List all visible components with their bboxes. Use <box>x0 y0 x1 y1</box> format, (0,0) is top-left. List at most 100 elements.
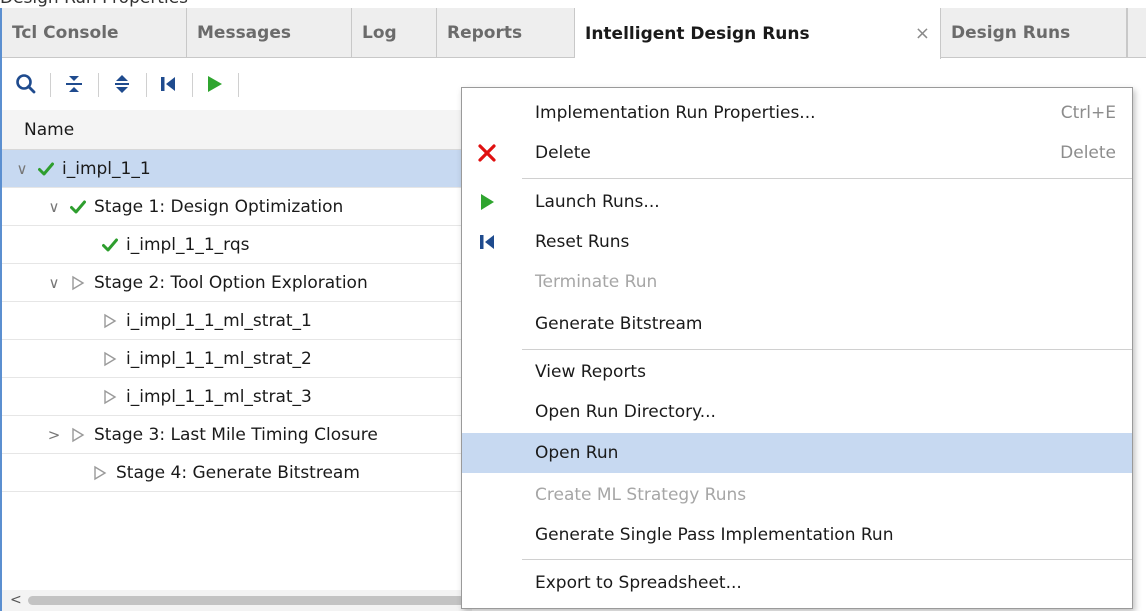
tab-label: Log <box>362 23 397 43</box>
launch-runs-button[interactable] <box>200 69 228 99</box>
collapse-chevron-icon[interactable]: ∨ <box>12 160 32 178</box>
tree-row-stage-3[interactable]: > Stage 3: Last Mile Timing Closure <box>2 416 472 454</box>
reset-runs-icon <box>161 77 175 91</box>
tree-row-label: Stage 4: Generate Bitstream <box>116 462 360 483</box>
context-menu: Implementation Run Properties... Ctrl+E … <box>461 87 1133 609</box>
tab-reports[interactable]: Reports <box>437 8 575 58</box>
horizontal-scrollbar[interactable]: < <box>2 590 472 611</box>
not-started-triangle-icon <box>66 275 90 291</box>
tab-label: Intelligent Design Runs <box>585 23 810 44</box>
tab-overflow <box>1127 8 1146 58</box>
tree-row-stage-4[interactable]: Stage 4: Generate Bitstream <box>2 454 472 492</box>
collapse-chevron-icon[interactable]: ∨ <box>44 198 64 216</box>
tab-label: Tcl Console <box>12 23 119 43</box>
tree-row-label: i_impl_1_1_rqs <box>126 234 250 255</box>
menu-item-generate-bitstream[interactable]: Generate Bitstream <box>462 304 1132 344</box>
tab-design-runs[interactable]: Design Runs <box>941 8 1127 58</box>
tree-row-stage-2[interactable]: ∨ Stage 2: Tool Option Exploration <box>2 264 472 302</box>
menu-item-generate-single-pass-run[interactable]: Generate Single Pass Implementation Run <box>462 515 1132 555</box>
menu-item-reset-runs[interactable]: Reset Runs <box>462 222 1132 262</box>
toolbar-separator <box>192 73 193 97</box>
menu-item-label: Generate Single Pass Implementation Run <box>535 525 894 545</box>
menu-item-export-spreadsheet[interactable]: Export to Spreadsheet... <box>462 563 1132 603</box>
menu-item-label: Open Run <box>535 443 619 463</box>
collapse-all-icon <box>66 76 82 92</box>
tab-close-icon[interactable]: × <box>915 23 930 44</box>
menu-item-shortcut: Ctrl+E <box>1060 103 1116 123</box>
tab-label: Design Runs <box>951 23 1071 43</box>
search-button[interactable] <box>12 69 40 99</box>
menu-item-delete[interactable]: Delete Delete <box>462 133 1132 173</box>
menu-item-launch-runs[interactable]: Launch Runs... <box>462 182 1132 222</box>
tree-row-label: Stage 2: Tool Option Exploration <box>94 272 368 293</box>
reset-runs-icon <box>474 229 500 255</box>
expand-chevron-icon[interactable]: > <box>44 426 64 444</box>
toolbar-separator <box>146 73 147 97</box>
expand-all-icon <box>115 75 129 93</box>
menu-item-terminate-run: Terminate Run <box>462 262 1132 302</box>
column-header-label: Name <box>24 119 75 140</box>
tree-row-ml-strat-3[interactable]: i_impl_1_1_ml_strat_3 <box>2 378 472 416</box>
tree-row-label: i_impl_1_1_ml_strat_3 <box>126 386 312 407</box>
tree-row-label: i_impl_1_1 <box>62 158 151 179</box>
menu-item-run-properties[interactable]: Implementation Run Properties... Ctrl+E <box>462 93 1132 133</box>
scrollbar-thumb[interactable] <box>28 596 468 605</box>
tree-row-stage-1[interactable]: ∨ Stage 1: Design Optimization <box>2 188 472 226</box>
collapse-all-button[interactable] <box>60 69 88 99</box>
tree-row-label: i_impl_1_1_ml_strat_1 <box>126 310 312 331</box>
menu-item-create-ml-strategy-runs: Create ML Strategy Runs <box>462 475 1132 515</box>
not-started-triangle-icon <box>98 351 122 367</box>
menu-item-label: Generate Bitstream <box>535 314 703 334</box>
launch-runs-icon <box>474 189 500 215</box>
expand-all-button[interactable] <box>108 69 136 99</box>
menu-item-label: Launch Runs... <box>535 192 660 212</box>
tab-messages[interactable]: Messages <box>187 8 352 58</box>
tree-row-ml-strat-2[interactable]: i_impl_1_1_ml_strat_2 <box>2 340 472 378</box>
tab-intelligent-design-runs[interactable]: Intelligent Design Runs × <box>575 8 941 59</box>
menu-item-view-reports[interactable]: View Reports <box>462 352 1132 392</box>
menu-item-label: Reset Runs <box>535 232 630 252</box>
tree-row-label: i_impl_1_1_ml_strat_2 <box>126 348 312 369</box>
not-started-triangle-icon <box>88 465 112 481</box>
tab-log[interactable]: Log <box>352 8 437 58</box>
toolbar-separator <box>238 73 239 97</box>
collapse-chevron-icon[interactable]: ∨ <box>44 274 64 292</box>
launch-runs-icon <box>208 76 222 92</box>
complete-check-icon <box>66 200 90 214</box>
menu-item-open-run[interactable]: Open Run <box>462 433 1132 473</box>
toolbar-separator <box>98 73 99 97</box>
tree-row-i-impl-1-1-rqs[interactable]: i_impl_1_1_rqs <box>2 226 472 264</box>
menu-separator <box>522 178 1132 179</box>
tab-label: Reports <box>447 23 523 43</box>
tab-bar: Tcl Console Messages Log Reports Intelli… <box>2 8 1146 59</box>
reset-runs-button[interactable] <box>154 69 182 99</box>
not-started-triangle-icon <box>98 389 122 405</box>
column-header-name[interactable]: Name <box>2 110 472 150</box>
menu-item-label: Export to Spreadsheet... <box>535 573 742 593</box>
tree-row-ml-strat-1[interactable]: i_impl_1_1_ml_strat_1 <box>2 302 472 340</box>
tree-row-label: Stage 1: Design Optimization <box>94 196 344 217</box>
window-title-strip: Design Run Properties <box>0 0 1146 8</box>
scroll-left-arrow-icon[interactable]: < <box>10 592 22 608</box>
tree-row-i-impl-1-1[interactable]: ∨ i_impl_1_1 <box>2 150 472 188</box>
window-title-text: Design Run Properties <box>0 0 188 8</box>
menu-item-shortcut: Delete <box>1060 143 1116 163</box>
menu-item-label: View Reports <box>535 362 646 382</box>
design-runs-tree: Name ∨ i_impl_1_1 ∨ Stage 1: Design Opti… <box>2 110 472 590</box>
tree-row-label: Stage 3: Last Mile Timing Closure <box>94 424 378 445</box>
menu-item-label: Delete <box>535 143 591 163</box>
menu-separator <box>522 349 1132 350</box>
menu-item-label: Open Run Directory... <box>535 402 716 422</box>
menu-item-open-run-directory[interactable]: Open Run Directory... <box>462 392 1132 432</box>
toolbar-separator <box>50 73 51 97</box>
complete-check-icon <box>34 162 58 176</box>
complete-check-icon <box>98 238 122 252</box>
menu-item-label: Implementation Run Properties... <box>535 103 816 123</box>
menu-item-label: Create ML Strategy Runs <box>535 485 747 505</box>
tab-label: Messages <box>197 23 291 43</box>
not-started-triangle-icon <box>98 313 122 329</box>
delete-x-icon <box>474 140 500 166</box>
tab-tcl-console[interactable]: Tcl Console <box>2 8 187 58</box>
search-icon <box>16 74 36 94</box>
menu-separator <box>522 559 1132 560</box>
